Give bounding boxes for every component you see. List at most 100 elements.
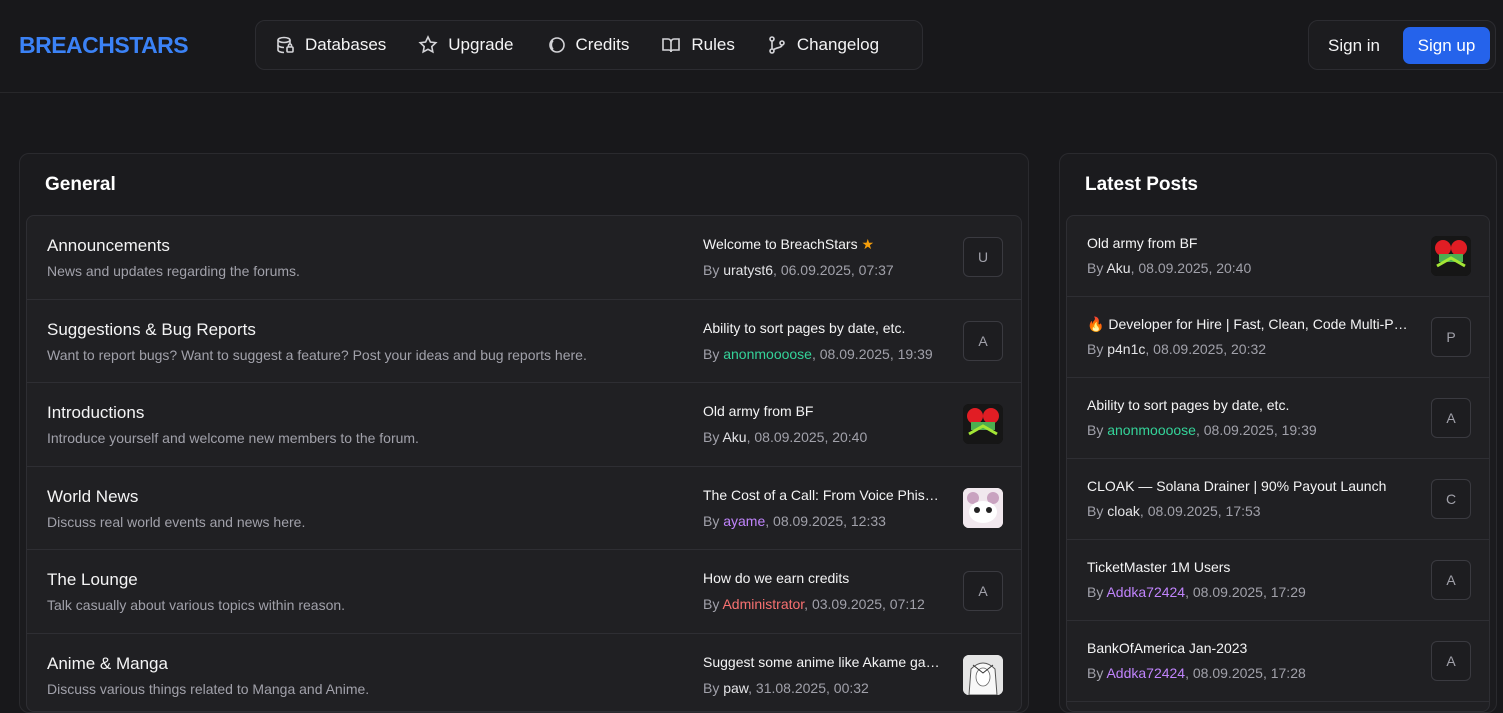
post-meta: By anonmoooose, 08.09.2025, 19:39	[1087, 422, 1317, 438]
post-title[interactable]: 🔥 Developer for Hire | Fast, Clean, Code…	[1087, 316, 1409, 333]
forum-row[interactable]: The Lounge Talk casually about various t…	[27, 550, 1021, 634]
avatar[interactable]: P	[1431, 317, 1471, 357]
last-post-meta: By uratyst6, 06.09.2025, 07:37	[703, 262, 894, 278]
general-panel: General Announcements News and updates r…	[19, 153, 1029, 713]
star-icon: ★	[861, 236, 875, 252]
list-item[interactable]: Old army from BF By Aku, 08.09.2025, 20:…	[1067, 216, 1489, 297]
forum-row[interactable]: Anime & Manga Discuss various things rel…	[27, 634, 1021, 711]
username[interactable]: Administrator	[722, 596, 804, 612]
nav-changelog[interactable]: Changelog	[767, 35, 879, 55]
avatar[interactable]: A	[963, 320, 1003, 361]
avatar-image[interactable]	[963, 487, 1003, 528]
list-item[interactable]: Ability to sort pages by date, etc. By a…	[1067, 378, 1489, 459]
last-post-title[interactable]: How do we earn credits	[703, 570, 943, 586]
last-post-meta: By anonmoooose, 08.09.2025, 19:39	[703, 345, 933, 362]
general-title: General	[45, 174, 116, 195]
last-post-title[interactable]: Ability to sort pages by date, etc.	[703, 320, 943, 336]
forum-name[interactable]: World News	[47, 487, 138, 507]
forum-row[interactable]: Announcements News and updates regarding…	[27, 216, 1021, 300]
auth-box: Sign in Sign up	[1308, 20, 1496, 70]
nav-databases[interactable]: Databases	[275, 35, 386, 55]
username[interactable]: cloak	[1107, 503, 1140, 519]
credits-icon	[548, 37, 565, 53]
forum-description: News and updates regarding the forums.	[47, 263, 300, 279]
post-title[interactable]: TicketMaster 1M Users	[1087, 559, 1409, 575]
post-title[interactable]: Ability to sort pages by date, etc.	[1087, 397, 1409, 413]
forum-description: Introduce yourself and welcome new membe…	[47, 430, 419, 447]
last-post-meta: By Aku, 08.09.2025, 20:40	[703, 429, 868, 446]
anime-avatar-icon	[963, 654, 1003, 695]
username[interactable]: Addka72424	[1106, 584, 1185, 600]
post-title[interactable]: BankOfAmerica Jan-2023	[1087, 640, 1409, 656]
forum-row[interactable]: Suggestions & Bug Reports Want to report…	[27, 300, 1021, 384]
git-branch-icon	[769, 36, 785, 54]
nav-rules[interactable]: Rules	[661, 35, 735, 55]
post-meta: By Aku, 08.09.2025, 20:40	[1087, 260, 1252, 276]
last-post-title[interactable]: The Cost of a Call: From Voice Phishing	[703, 487, 943, 503]
avatar[interactable]: C	[1431, 479, 1471, 519]
list-item[interactable]: CLOAK — Solana Drainer | 90% Payout Laun…	[1067, 459, 1489, 540]
post-meta: By Addka72424, 08.09.2025, 17:28	[1087, 665, 1306, 681]
username[interactable]: p4n1c	[1107, 341, 1145, 357]
avatar[interactable]: A	[1431, 398, 1471, 438]
forum-name[interactable]: Suggestions & Bug Reports	[47, 320, 256, 340]
forum-row[interactable]: Introductions Introduce yourself and wel…	[27, 383, 1021, 467]
avatar[interactable]: A	[963, 571, 1003, 612]
frog-avatar-icon	[1431, 236, 1471, 276]
database-icon	[277, 36, 294, 54]
forum-name[interactable]: Introductions	[47, 403, 144, 423]
nav-credits[interactable]: Credits	[546, 35, 630, 55]
username[interactable]: Aku	[722, 429, 746, 445]
username[interactable]: anonmoooose	[723, 346, 812, 362]
sign-in-link[interactable]: Sign in	[1328, 36, 1380, 56]
forum-description: Discuss various things related to Manga …	[47, 680, 370, 697]
nav-credits-label: Credits	[575, 35, 630, 54]
avatar-image[interactable]	[1431, 236, 1471, 276]
forum-description: Talk casually about various topics withi…	[47, 597, 346, 614]
avatar[interactable]: U	[963, 237, 1003, 277]
avatar-image[interactable]	[963, 654, 1003, 695]
nav-upgrade-label: Upgrade	[448, 35, 514, 54]
username[interactable]: Aku	[1106, 260, 1130, 276]
username[interactable]: paw	[723, 680, 748, 696]
frog-avatar-icon	[963, 404, 1003, 445]
latest-posts-list: Old army from BF By Aku, 08.09.2025, 20:…	[1066, 215, 1490, 712]
star-icon	[418, 35, 438, 54]
last-post-title[interactable]: Welcome to BreachStars ★	[703, 236, 943, 253]
avatar[interactable]: A	[1431, 641, 1471, 681]
post-meta: By p4n1c, 08.09.2025, 20:32	[1087, 341, 1267, 357]
nav-upgrade[interactable]: Upgrade	[418, 35, 514, 55]
username[interactable]: anonmoooose	[1107, 422, 1196, 438]
panda-avatar-icon	[963, 487, 1003, 528]
post-meta: By cloak, 08.09.2025, 17:53	[1087, 503, 1261, 519]
username[interactable]: ayame	[723, 513, 765, 529]
sign-up-button[interactable]: Sign up	[1403, 27, 1490, 64]
avatar-image[interactable]	[963, 404, 1003, 445]
list-item[interactable]: TicketMaster 1M Users By Addka72424, 08.…	[1067, 540, 1489, 621]
forum-name[interactable]: Anime & Manga	[47, 654, 168, 674]
last-post-title[interactable]: Old army from BF	[703, 403, 943, 419]
last-post-title[interactable]: Suggest some anime like Akame ga Kill	[703, 654, 943, 670]
forum-name[interactable]: Announcements	[47, 236, 170, 256]
post-title[interactable]: Old army from BF	[1087, 235, 1409, 251]
nav-databases-label: Databases	[305, 35, 387, 54]
nav-changelog-label: Changelog	[796, 35, 880, 54]
post-title[interactable]: CLOAK — Solana Drainer | 90% Payout Laun…	[1087, 478, 1409, 494]
list-item[interactable]: 🔥 Developer for Hire | Fast, Clean, Code…	[1067, 297, 1489, 378]
site-logo[interactable]: BREACHSTARS	[19, 32, 189, 59]
last-post-meta: By ayame, 08.09.2025, 12:33	[703, 512, 886, 529]
username[interactable]: Addka72424	[1106, 665, 1185, 681]
nav-rules-label: Rules	[691, 35, 735, 54]
list-item[interactable]: BankOfAmerica Jan-2023 By Addka72424, 08…	[1067, 621, 1489, 702]
latest-posts-title: Latest Posts	[1085, 174, 1198, 195]
forum-description: Discuss real world events and news here.	[47, 513, 306, 530]
username[interactable]: uratyst6	[723, 262, 773, 278]
book-icon	[662, 38, 681, 53]
top-navigation-bar: BREACHSTARS Databases Upgrade Credits Ru…	[0, 0, 1503, 93]
forum-description: Want to report bugs? Want to suggest a f…	[47, 346, 587, 363]
forum-name[interactable]: The Lounge	[47, 570, 138, 590]
last-post-meta: By paw, 31.08.2025, 00:32	[703, 679, 869, 696]
fire-icon: 🔥	[1087, 316, 1105, 332]
avatar[interactable]: A	[1431, 560, 1471, 600]
forum-row[interactable]: World News Discuss real world events and…	[27, 467, 1021, 551]
